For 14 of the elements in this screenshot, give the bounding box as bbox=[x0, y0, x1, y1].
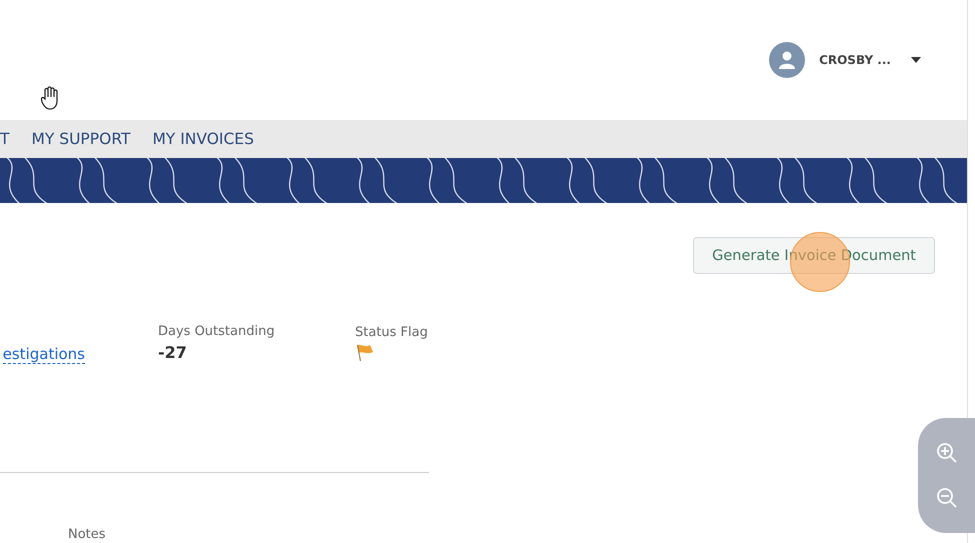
field-label: Days Outstanding bbox=[158, 324, 276, 339]
nav-item[interactable]: T bbox=[0, 130, 10, 148]
zoom-out-icon[interactable] bbox=[936, 487, 958, 510]
caret-icon[interactable] bbox=[911, 57, 921, 63]
nav-item[interactable]: MY INVOICES bbox=[152, 130, 254, 148]
zoom-in-icon[interactable] bbox=[936, 442, 958, 464]
field-value: -27 bbox=[158, 343, 188, 362]
notes-label: Notes bbox=[68, 527, 107, 542]
flag-icon bbox=[355, 344, 375, 362]
nav-item[interactable]: MY SUPPORT bbox=[31, 130, 130, 148]
avatar-icon[interactable] bbox=[769, 42, 806, 78]
user-name[interactable]: CROSBY ... bbox=[819, 53, 891, 67]
record-link[interactable]: estigations bbox=[2, 345, 85, 364]
field-label: Status Flag bbox=[355, 325, 428, 340]
